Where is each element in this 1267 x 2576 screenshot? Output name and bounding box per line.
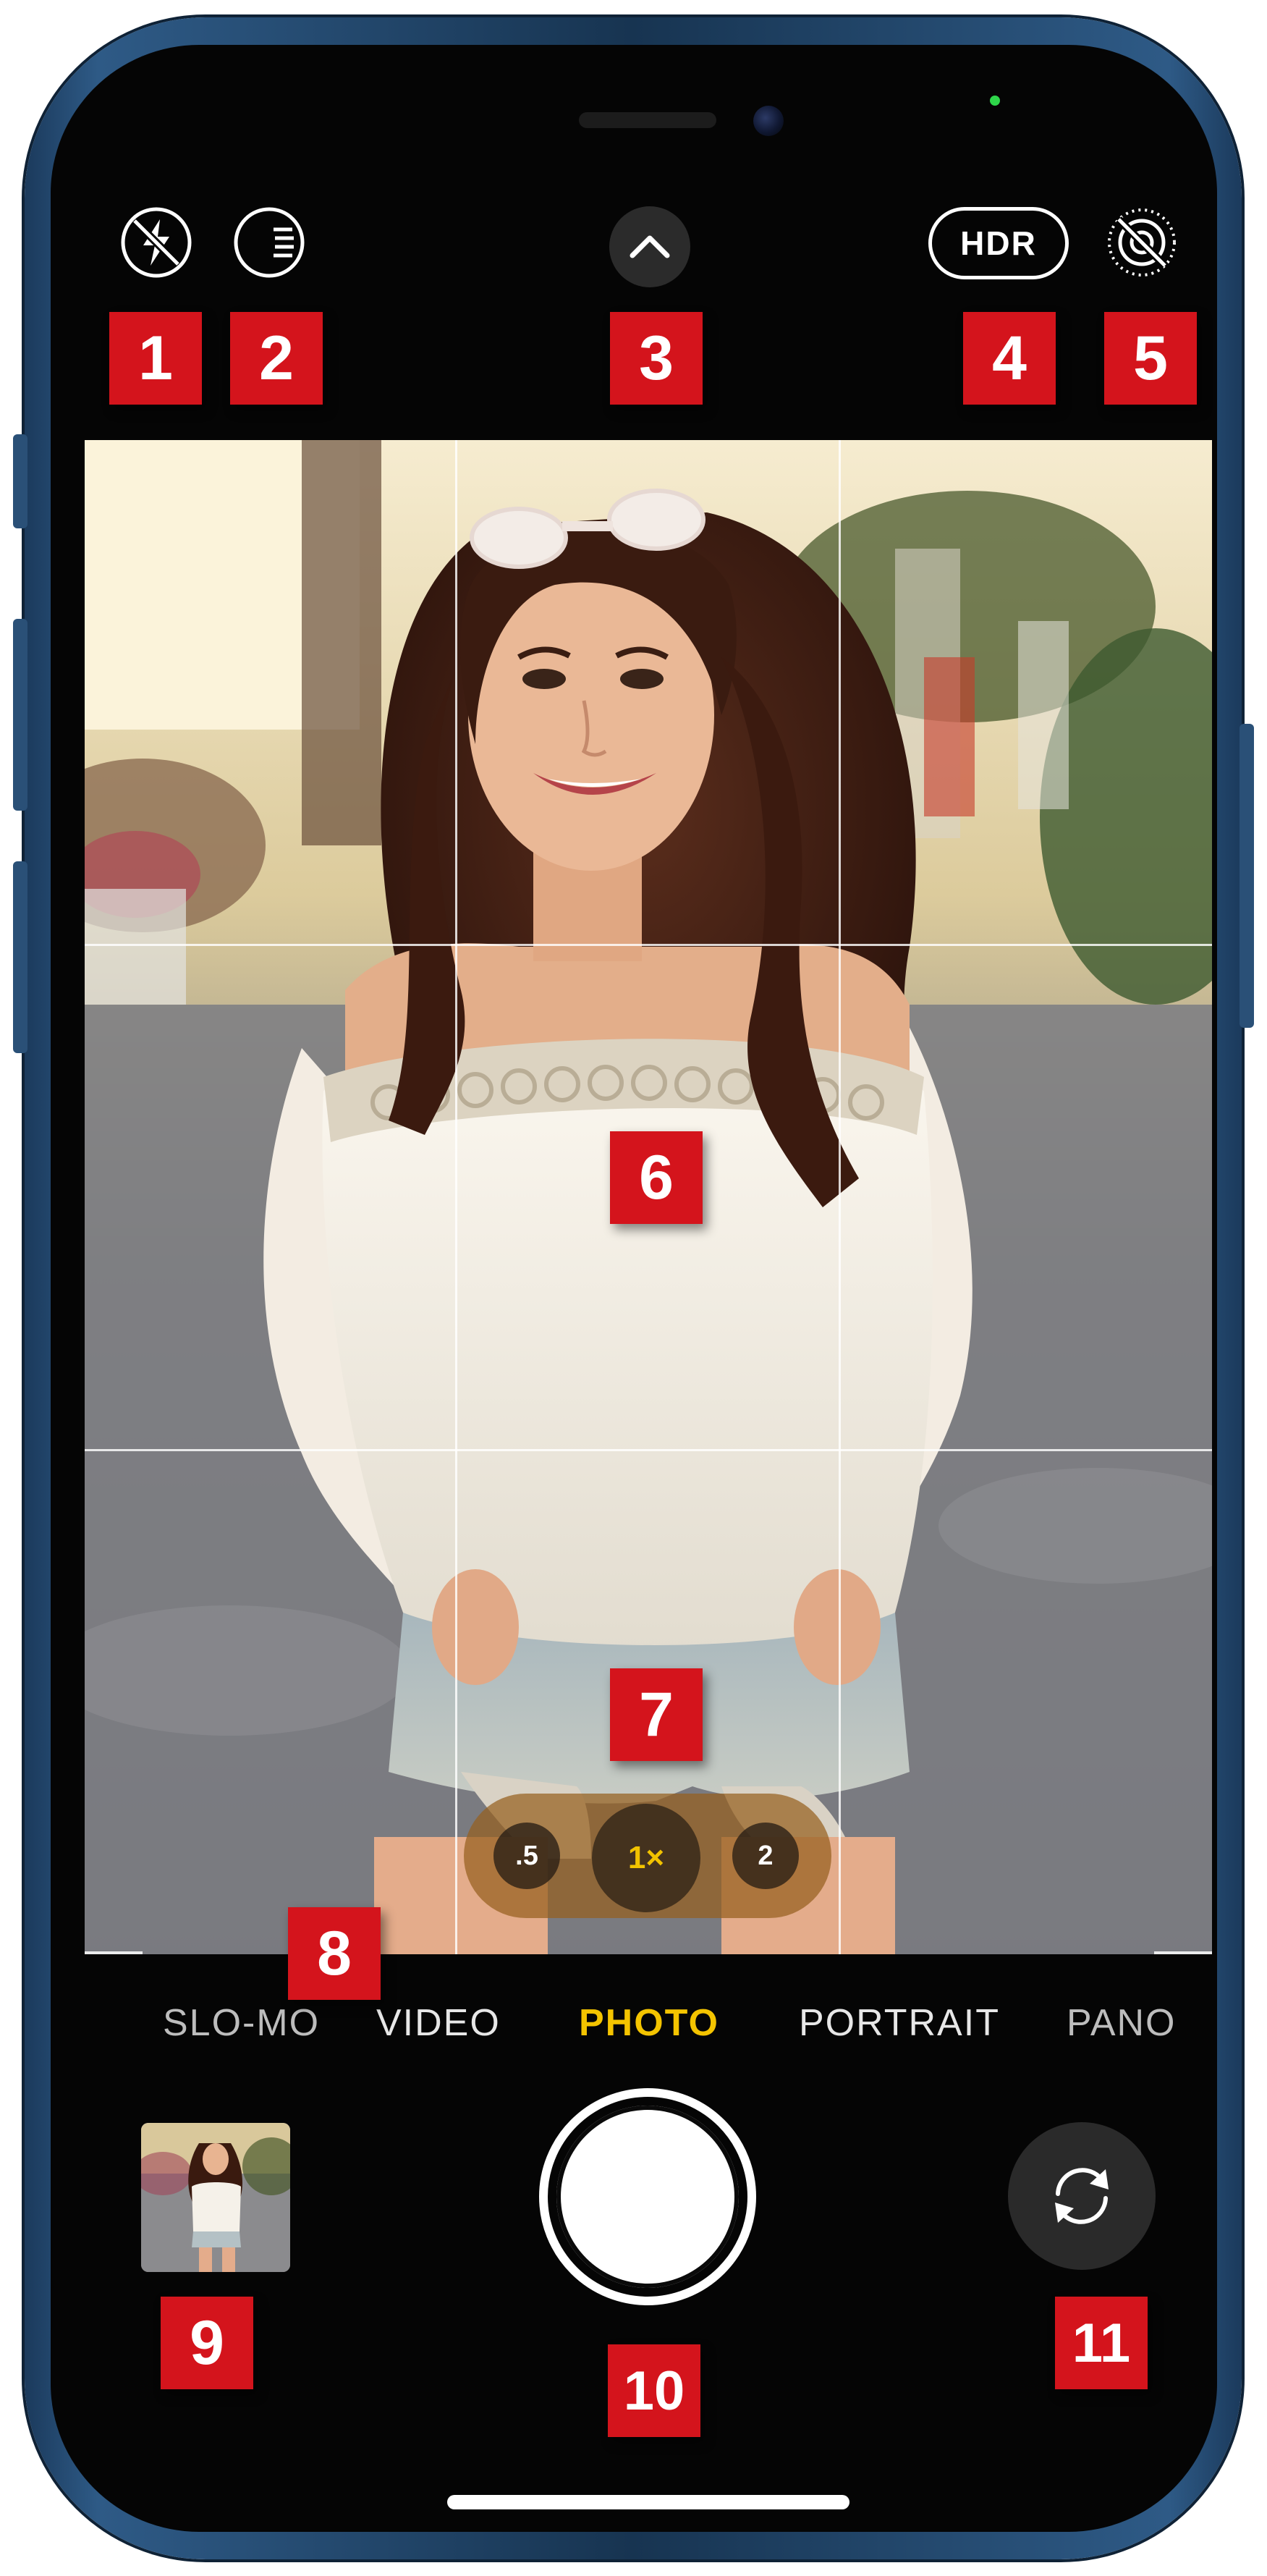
zoom-option-label: 2 [758, 1840, 774, 1871]
zoom-1x-button[interactable]: 1× [592, 1804, 700, 1912]
callout-6: 6 [610, 1131, 703, 1224]
zoom-2x-button[interactable]: 2 [732, 1823, 799, 1889]
zoom-0.5x-button[interactable]: .5 [493, 1823, 560, 1889]
callout-3: 3 [610, 312, 703, 405]
hdr-label: HDR [960, 224, 1037, 262]
zoom-option-label: .5 [515, 1840, 538, 1871]
side-button [1240, 724, 1254, 1028]
callout-4: 4 [963, 312, 1056, 405]
volume-down-button [13, 861, 27, 1053]
viewfinder-corner-right [1154, 1951, 1212, 1954]
callout-8: 8 [288, 1907, 381, 2000]
callout-10: 10 [608, 2344, 700, 2437]
grid-line-horizontal-1 [85, 944, 1212, 946]
front-camera [753, 106, 784, 136]
viewfinder-corner-left [85, 1951, 143, 1954]
mode-portrait[interactable]: PORTRAIT [799, 1998, 1000, 2048]
mode-pano[interactable]: PANO [1067, 1998, 1177, 2048]
mode-photo[interactable]: PHOTO [579, 1998, 719, 2048]
mode-slo-mo[interactable]: SLO-MO [163, 1998, 320, 2048]
shutter-button[interactable] [539, 2088, 756, 2305]
callout-2: 2 [230, 312, 323, 405]
grid-line-vertical-2 [839, 440, 841, 1954]
camera-in-use-indicator [990, 96, 1000, 106]
ring-silent-switch [13, 434, 27, 528]
home-indicator[interactable] [447, 2495, 849, 2509]
callout-5: 5 [1104, 312, 1197, 405]
mode-video[interactable]: VIDEO [376, 1998, 501, 2048]
callout-9: 9 [161, 2297, 253, 2389]
chevron-up-icon[interactable] [609, 206, 690, 287]
flip-camera-icon[interactable] [1008, 2122, 1156, 2270]
callout-1: 1 [109, 312, 202, 405]
night-mode-icon[interactable] [232, 205, 307, 280]
last-photo-thumbnail[interactable] [141, 2123, 290, 2272]
grid-line-horizontal-2 [85, 1449, 1212, 1451]
shutter-button-inner[interactable] [556, 2106, 739, 2288]
callout-11: 11 [1055, 2297, 1148, 2389]
thumbnail-image [141, 2123, 290, 2272]
hdr-toggle-button[interactable]: HDR [928, 207, 1069, 279]
live-photo-off-icon[interactable] [1104, 205, 1179, 280]
grid-line-vertical-1 [455, 440, 457, 1954]
zoom-option-label: 1× [627, 1840, 665, 1875]
callout-7: 7 [610, 1668, 703, 1761]
volume-up-button [13, 619, 27, 811]
earpiece-speaker [579, 112, 716, 128]
flash-off-icon[interactable] [119, 205, 194, 280]
